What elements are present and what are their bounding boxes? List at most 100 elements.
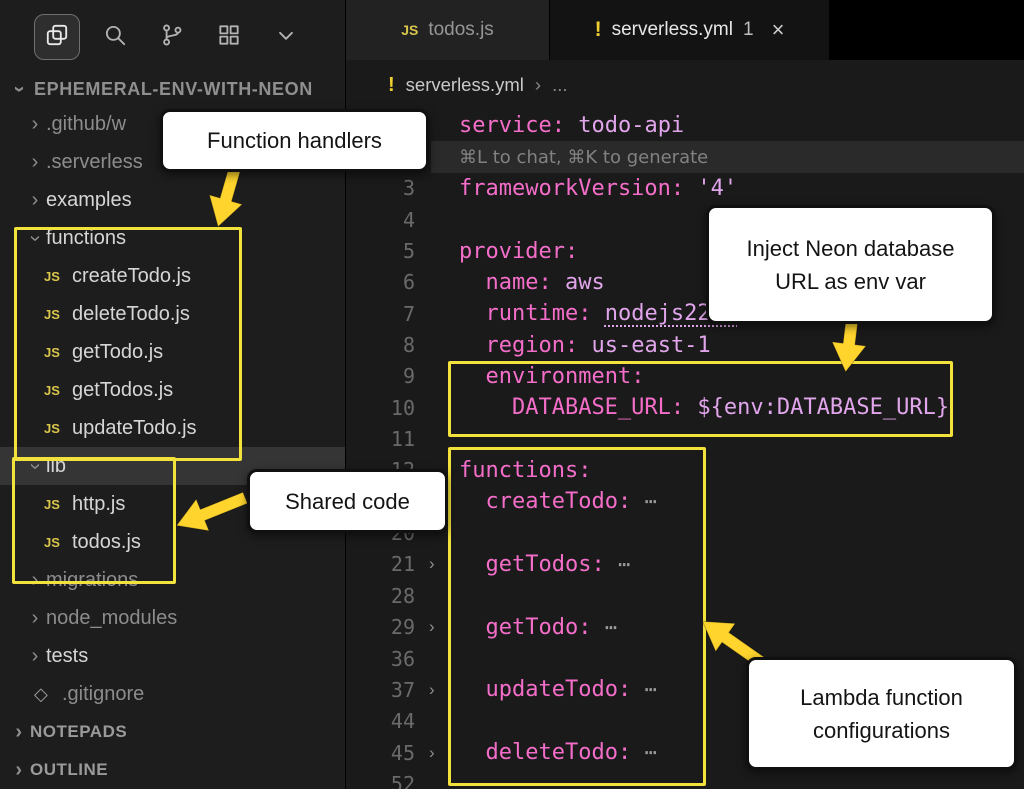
code-line-3[interactable]: 3frameworkVersion: '4'	[346, 173, 1024, 204]
code-token: frameworkVersion	[459, 176, 671, 201]
item-label: updateTodo.js	[72, 417, 197, 440]
code-line-1[interactable]: 1service: todo-api	[346, 110, 1024, 141]
chevron-right-icon: ›	[24, 189, 46, 212]
annotation-text: Shared code	[285, 485, 410, 518]
code-token: DATABASE_URL	[512, 395, 671, 420]
item-label: tests	[46, 645, 88, 668]
tab-badge: 1	[743, 19, 754, 41]
code-token: :	[671, 395, 698, 420]
sidebar-item-tests[interactable]: ›tests	[0, 637, 345, 675]
code-token: :	[618, 489, 645, 514]
source-control-icon	[159, 22, 185, 53]
breadcrumb[interactable]: ! serverless.yml › ...	[346, 60, 1024, 110]
fold-chevron-icon[interactable]: ›	[419, 554, 459, 574]
code-token: provider	[459, 239, 565, 264]
code-line-10[interactable]: 10DATABASE_URL: ${env:DATABASE_URL}	[346, 392, 1024, 423]
breadcrumb-file[interactable]: serverless.yml	[406, 74, 524, 96]
code-token: ${env:DATABASE_URL}	[697, 395, 949, 420]
code-token: :	[552, 113, 579, 138]
breadcrumb-separator-icon: ›	[535, 74, 541, 96]
code-token: functions	[459, 458, 578, 483]
annotation-lambda-configs: Lambda function configurations	[746, 657, 1017, 770]
line-number: 45	[346, 741, 419, 765]
code-line-28[interactable]: 28	[346, 580, 1024, 611]
item-label: migrations	[46, 569, 138, 592]
code-token: ⋯	[644, 489, 658, 513]
activity-search-button[interactable]	[93, 15, 137, 59]
code-line-content: functions:	[459, 458, 1024, 483]
extensions-icon	[216, 22, 242, 53]
js-file-icon: JS	[44, 345, 72, 360]
code-line-2[interactable]: 2⌘L to chat, ⌘K to generate	[346, 141, 1024, 172]
code-line-content: frameworkVersion: '4'	[459, 176, 1024, 201]
sidebar-item-gitignore[interactable]: ◇.gitignore	[0, 675, 345, 713]
annotation-text: URL as env var	[775, 265, 926, 298]
code-token: aws	[565, 270, 605, 295]
code-line-9[interactable]: 9environment:	[346, 361, 1024, 392]
line-number: 11	[346, 427, 419, 451]
sidebar-item-functions[interactable]: ›functions	[0, 219, 345, 257]
sidebar-item-gettodos-js[interactable]: JSgetTodos.js	[0, 371, 345, 409]
code-token: updateTodo	[485, 677, 617, 702]
code-line-8[interactable]: 8region: us-east-1	[346, 329, 1024, 360]
fold-chevron-icon[interactable]: ›	[419, 617, 459, 637]
chevron-right-icon: ›	[24, 645, 46, 668]
code-token: service	[459, 113, 552, 138]
code-token: ⋯	[644, 740, 658, 764]
code-token: :	[565, 239, 578, 264]
code-token: :	[591, 552, 618, 577]
sidebar-item-updatetodo-js[interactable]: JSupdateTodo.js	[0, 409, 345, 447]
tab-serverless-yml[interactable]: !serverless.yml1×	[550, 0, 830, 60]
tab-strip: JStodos.js!serverless.yml1×	[346, 0, 1024, 60]
code-line-11[interactable]: 11	[346, 423, 1024, 454]
code-line-content: getTodos: ⋯	[459, 552, 1024, 577]
gitignore-file-icon: ◇	[34, 684, 62, 705]
activity-extensions-button[interactable]	[207, 15, 251, 59]
breadcrumb-more[interactable]: ...	[552, 74, 567, 96]
line-number: 44	[346, 709, 419, 733]
sidebar-item-createtodo-js[interactable]: JScreateTodo.js	[0, 257, 345, 295]
close-tab-icon[interactable]: ×	[772, 17, 785, 43]
fold-chevron-icon[interactable]: ›	[419, 743, 459, 763]
line-number: 6	[346, 270, 419, 294]
fold-chevron-icon[interactable]: ›	[419, 680, 459, 700]
tab-label: todos.js	[428, 19, 493, 41]
sidebar-item-node-modules[interactable]: ›node_modules	[0, 599, 345, 637]
sidebar-section-notepads[interactable]: ›NOTEPADS	[0, 713, 345, 751]
sidebar-item-deletetodo-js[interactable]: JSdeleteTodo.js	[0, 295, 345, 333]
item-label: http.js	[72, 493, 125, 516]
code-line-21[interactable]: 21›getTodos: ⋯	[346, 549, 1024, 580]
sidebar-item-migrations[interactable]: ›migrations	[0, 561, 345, 599]
sidebar-item-gettodo-js[interactable]: JSgetTodo.js	[0, 333, 345, 371]
chevron-right-icon: ›	[24, 113, 46, 136]
chevron-down-icon: ›	[24, 227, 47, 249]
js-file-icon: JS	[44, 497, 72, 512]
sidebar-item-examples[interactable]: ›examples	[0, 181, 345, 219]
line-number: 37	[346, 678, 419, 702]
code-line-content: region: us-east-1	[459, 333, 1024, 358]
code-token: :	[578, 615, 605, 640]
line-number: 9	[346, 364, 419, 388]
item-label: NOTEPADS	[30, 722, 127, 742]
code-token: :	[631, 364, 644, 389]
code-token: createTodo	[485, 489, 617, 514]
code-token: getTodos	[485, 552, 591, 577]
tab-todos-js[interactable]: JStodos.js	[346, 0, 550, 60]
code-line-29[interactable]: 29›getTodo: ⋯	[346, 612, 1024, 643]
code-line-52[interactable]: 52	[346, 768, 1024, 789]
annotation-function-handlers: Function handlers	[160, 109, 429, 172]
activity-files-button[interactable]	[34, 14, 80, 60]
js-file-icon: JS	[44, 269, 72, 284]
activity-source-control-button[interactable]	[150, 15, 194, 59]
code-line-content: DATABASE_URL: ${env:DATABASE_URL}	[459, 395, 1024, 420]
chevron-right-icon: ›	[24, 607, 46, 630]
ai-hint: ⌘L to chat, ⌘K to generate	[431, 141, 1024, 172]
project-root-label: EPHEMERAL-ENV-WITH-NEON	[34, 79, 313, 100]
project-root-header[interactable]: › EPHEMERAL-ENV-WITH-NEON	[0, 74, 345, 105]
activity-chevron-down-button[interactable]	[264, 15, 308, 59]
chevron-right-icon: ›	[24, 151, 46, 174]
files-icon	[44, 22, 70, 53]
sidebar-section-outline[interactable]: ›OUTLINE	[0, 751, 345, 789]
chevron-down-icon	[273, 22, 299, 53]
code-token: :	[618, 677, 645, 702]
